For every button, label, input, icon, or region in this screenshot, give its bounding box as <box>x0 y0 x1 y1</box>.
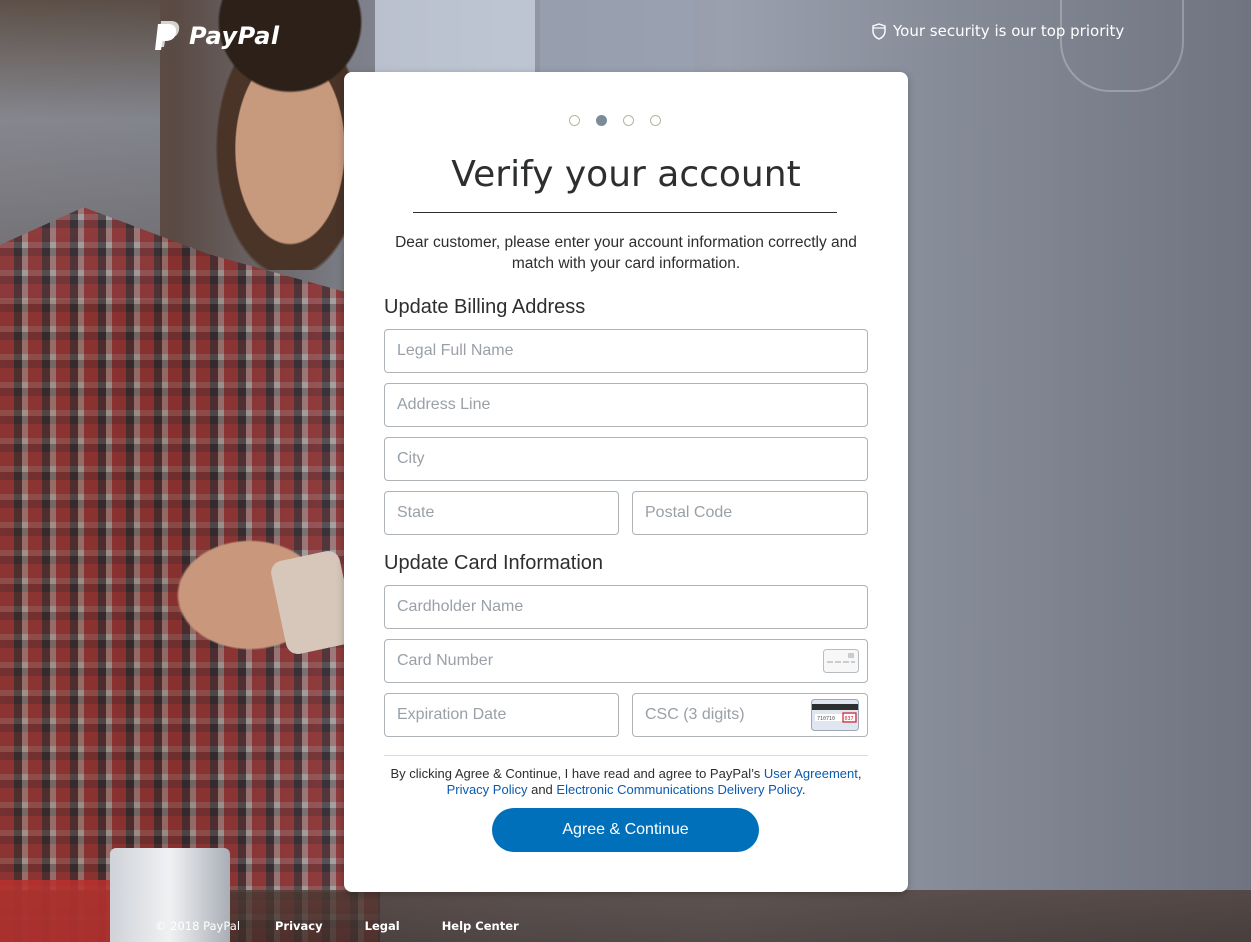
ecdp-link[interactable]: Electronic Communications Delivery Polic… <box>556 782 801 797</box>
address-field[interactable] <box>384 383 868 427</box>
paypal-p-icon <box>155 21 181 51</box>
state-input[interactable] <box>385 492 618 534</box>
footer-link-legal[interactable]: Legal <box>365 919 400 933</box>
full-name-field[interactable] <box>384 329 868 373</box>
cardholder-name-field[interactable] <box>384 585 868 629</box>
verify-card: Verify your account Dear customer, pleas… <box>344 72 908 892</box>
full-name-input[interactable] <box>385 330 867 372</box>
background-red-cloth <box>0 880 110 942</box>
postal-code-field[interactable] <box>632 491 868 535</box>
background-shelf <box>0 0 160 300</box>
progress-step <box>650 115 661 126</box>
address-input[interactable] <box>385 384 867 426</box>
progress-steps <box>569 115 661 126</box>
csc-field[interactable]: 710710 037 <box>632 693 868 737</box>
legal-suffix: . <box>801 782 806 797</box>
security-notice: Your security is our top priority <box>872 22 1124 40</box>
progress-step-current <box>596 115 607 126</box>
card-number-input[interactable] <box>385 640 867 682</box>
footer: © 2018 PayPal Privacy Legal Help Center <box>155 919 561 933</box>
billing-heading: Update Billing Address <box>384 296 586 318</box>
agree-continue-button[interactable]: Agree & Continue <box>492 808 759 852</box>
background-person-hand <box>150 520 350 670</box>
shield-icon <box>872 22 886 40</box>
user-agreement-link[interactable]: User Agreement <box>764 766 858 781</box>
page: PayPal Your security is our top priority… <box>0 0 1251 942</box>
expiration-date-field[interactable] <box>384 693 619 737</box>
expiration-date-input[interactable] <box>385 694 618 736</box>
intro-text: Dear customer, please enter your account… <box>395 234 857 272</box>
progress-step <box>623 115 634 126</box>
copyright: © 2018 PayPal <box>155 919 241 933</box>
logo-text: PayPal <box>189 22 280 50</box>
state-field[interactable] <box>384 491 619 535</box>
card-heading: Update Card Information <box>384 552 604 574</box>
svg-text:710710: 710710 <box>817 716 835 722</box>
cardholder-name-input[interactable] <box>385 586 867 628</box>
privacy-policy-link[interactable]: Privacy Policy <box>447 782 528 797</box>
credit-card-icon <box>823 649 859 673</box>
page-title: Verify your account <box>451 154 801 195</box>
legal-prefix: By clicking Agree & Continue, I have rea… <box>390 766 764 781</box>
legal-and: and <box>527 782 557 797</box>
background-window <box>540 0 695 72</box>
svg-text:037: 037 <box>845 716 854 722</box>
legal-divider <box>384 755 868 756</box>
background-person-shirt <box>0 207 380 942</box>
legal-comma: , <box>857 766 862 781</box>
city-input[interactable] <box>385 438 867 480</box>
paypal-logo[interactable]: PayPal <box>155 20 280 52</box>
footer-link-privacy[interactable]: Privacy <box>275 919 323 933</box>
progress-step <box>569 115 580 126</box>
security-text: Your security is our top priority <box>893 22 1125 40</box>
footer-link-help-center[interactable]: Help Center <box>442 919 519 933</box>
city-field[interactable] <box>384 437 868 481</box>
legal-notice: By clicking Agree & Continue, I have rea… <box>382 766 870 798</box>
background-table <box>0 890 1251 942</box>
card-number-field[interactable] <box>384 639 868 683</box>
postal-code-input[interactable] <box>633 492 867 534</box>
background-glass <box>1060 0 1184 92</box>
title-divider <box>413 212 837 213</box>
csc-card-back-icon: 710710 037 <box>811 699 859 731</box>
